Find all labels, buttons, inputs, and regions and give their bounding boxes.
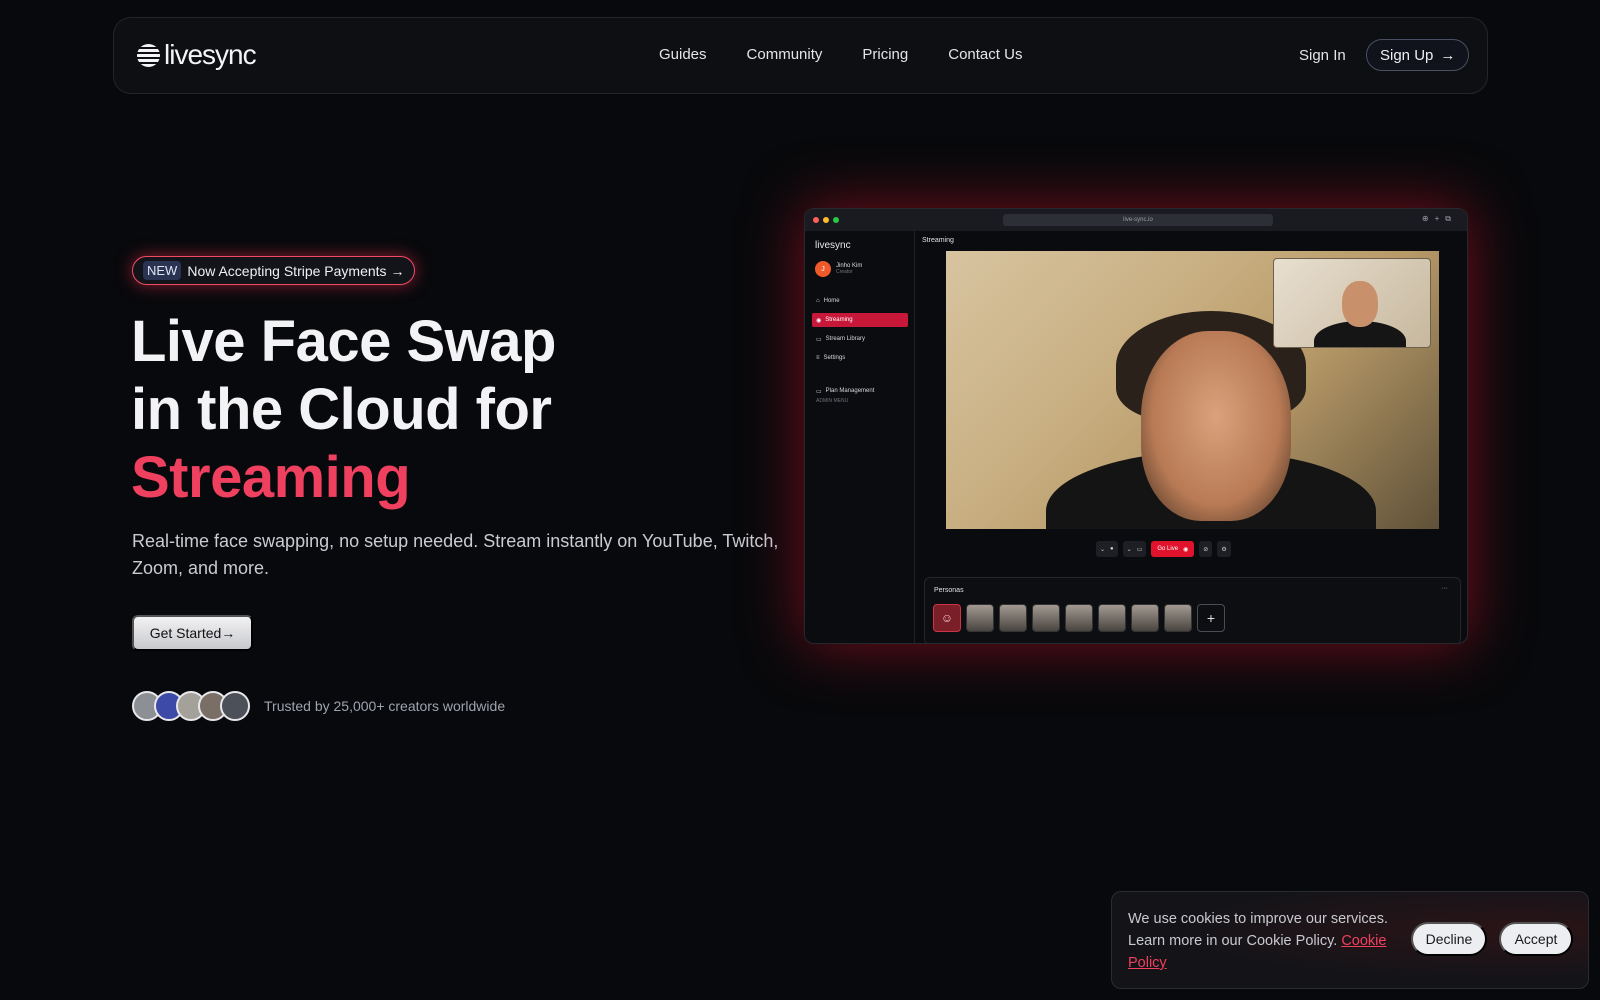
trust-row: Trusted by 25,000+ creators worldwide <box>132 691 505 721</box>
persona-item <box>1032 604 1060 632</box>
sign-up-button[interactable]: Sign Up → <box>1366 39 1470 71</box>
hero-title-line2: in the Cloud for <box>131 377 552 442</box>
user-role: Creator <box>836 269 853 275</box>
camera-icon: ▭ <box>1136 546 1143 553</box>
picture-in-picture <box>1273 258 1431 348</box>
more-icon: ··· <box>1441 585 1448 592</box>
navbar: livesync Guides Community Pricing Contac… <box>113 17 1488 94</box>
sign-up-label: Sign Up <box>1380 46 1434 64</box>
cookie-banner: We use cookies to improve our services. … <box>1111 891 1589 989</box>
persona-item <box>1131 604 1159 632</box>
avatar <box>220 691 250 721</box>
hero-subtitle: Real-time face swapping, no setup needed… <box>132 531 779 578</box>
pip-person-face <box>1342 281 1378 327</box>
app-logo: livesync <box>815 240 851 251</box>
add-persona-icon: + <box>1197 604 1225 632</box>
sidebar-item-label: Streaming <box>825 317 853 323</box>
sidebar-item-label: Home <box>823 298 840 304</box>
minimize-dot-icon <box>823 217 829 223</box>
badge-text: Now Accepting Stripe Payments → <box>187 262 405 279</box>
brand-logo[interactable]: livesync <box>137 39 257 71</box>
hero-title: Live Face Swap in the Cloud for Streamin… <box>131 308 556 512</box>
sidebar-item-streaming: ◉ Streaming <box>812 313 908 327</box>
mic-icon: ● <box>1110 546 1114 552</box>
sidebar-item-label: Plan Management <box>825 388 875 394</box>
video-preview <box>946 251 1439 529</box>
folder-icon: ▭ <box>816 336 822 343</box>
camera-off-icon: ⊘ <box>1199 541 1213 557</box>
persona-item <box>1065 604 1093 632</box>
sign-in-link[interactable]: Sign In <box>1299 47 1346 64</box>
app-page-title: Streaming <box>922 237 954 244</box>
personas-panel: Personas ··· ☺ + <box>924 577 1461 643</box>
accept-button[interactable]: Accept <box>1499 922 1573 956</box>
go-live-button: Go Live ◉ <box>1151 541 1195 557</box>
avatar-stack <box>132 691 250 721</box>
logo-icon <box>137 43 160 67</box>
nav-link-contact[interactable]: Contact Us <box>948 46 1022 63</box>
browser-actions-icon: ⊕+⧉ <box>1421 214 1457 223</box>
sidebar-item-label: Stream Library <box>825 336 866 342</box>
admin-menu-label: ADMIN MENU <box>816 398 849 404</box>
app-preview-screenshot: live-sync.io ⊕+⧉ livesync J Jinho Kim Cr… <box>804 208 1468 644</box>
home-icon: ⌂ <box>816 298 820 304</box>
avatar: J <box>815 261 831 277</box>
app-sidebar: livesync J Jinho Kim Creator ⌂ Home ◉ Stre… <box>805 231 915 643</box>
brand-name: livesync <box>164 39 257 70</box>
mic-control: ⌄ ● <box>1096 541 1118 557</box>
broadcast-icon: ◉ <box>816 317 822 324</box>
card-icon: ▭ <box>816 388 822 395</box>
url-bar: live-sync.io <box>1003 214 1273 226</box>
hero-title-line1: Live Face Swap <box>131 309 556 374</box>
persona-item <box>1164 604 1192 632</box>
sidebar-item-label: Settings <box>823 355 846 361</box>
broadcast-icon: ◉ <box>1183 546 1189 553</box>
close-dot-icon <box>813 217 819 223</box>
announcement-badge[interactable]: NEW Now Accepting Stripe Payments → <box>132 256 416 285</box>
new-tag: NEW <box>143 261 182 280</box>
persona-list: ☺ + <box>933 604 1225 632</box>
video-person-face <box>1141 331 1291 521</box>
nav-link-guides[interactable]: Guides <box>659 46 707 63</box>
app-user: J Jinho Kim Creator <box>815 261 862 277</box>
stream-controls: ⌄ ● ⌄ ▭ Go Live ◉ ⊘ ⚙ <box>1096 541 1231 557</box>
sidebar-item-home: ⌂ Home <box>812 294 908 308</box>
sidebar-item-settings: ≡ Settings <box>812 351 908 365</box>
decline-button[interactable]: Decline <box>1411 922 1487 956</box>
camera-control: ⌄ ▭ <box>1122 541 1147 557</box>
sidebar-item-stream-library: ▭ Stream Library <box>812 332 908 346</box>
nav-link-pricing[interactable]: Pricing <box>862 46 908 63</box>
sliders-icon: ≡ <box>816 355 820 361</box>
go-live-label: Go Live <box>1157 546 1179 552</box>
cookie-text: We use cookies to improve our services. … <box>1128 908 1398 974</box>
personas-title: Personas <box>934 587 964 594</box>
get-started-button[interactable]: Get Started→ <box>132 615 253 651</box>
persona-item <box>966 604 994 632</box>
maximize-dot-icon <box>833 217 839 223</box>
gear-icon: ⚙ <box>1217 541 1231 557</box>
hero-title-accent: Streaming <box>131 445 411 510</box>
nav-link-community[interactable]: Community <box>747 46 823 63</box>
browser-toolbar: live-sync.io ⊕+⧉ <box>805 209 1467 231</box>
nav-links: Guides Community Pricing Contact Us <box>659 46 1022 63</box>
sidebar-item-plan-management: ▭ Plan Management <box>812 384 908 398</box>
trust-text: Trusted by 25,000+ creators worldwide <box>264 698 506 714</box>
persona-original-icon: ☺ <box>933 604 961 632</box>
arrow-right-icon: → <box>1440 46 1456 64</box>
persona-item <box>1098 604 1126 632</box>
persona-item <box>999 604 1027 632</box>
